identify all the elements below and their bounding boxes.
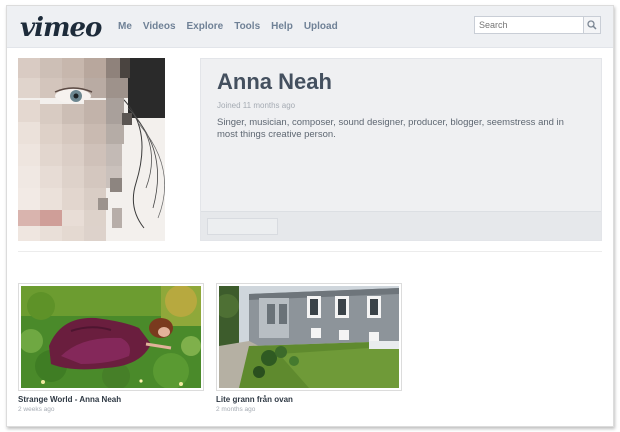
video-thumbnail-image bbox=[21, 286, 201, 388]
profile-info-card: Anna Neah Joined 11 months ago Singer, m… bbox=[200, 58, 602, 241]
video-title[interactable]: Lite grann från ovan bbox=[216, 395, 293, 404]
search-button[interactable] bbox=[583, 17, 600, 33]
search-box bbox=[474, 16, 601, 34]
nav-item-explore[interactable]: Explore bbox=[187, 21, 224, 32]
video-thumbnail-image bbox=[219, 286, 399, 388]
video-thumbnail[interactable] bbox=[216, 283, 402, 391]
video-age: 2 weeks ago bbox=[18, 406, 55, 413]
nav-item-me[interactable]: Me bbox=[118, 21, 132, 32]
browser-page: vimeo Me Videos Explore Tools Help Uploa… bbox=[6, 5, 614, 427]
profile-action-button[interactable] bbox=[207, 218, 278, 235]
profile-name: Anna Neah bbox=[217, 69, 332, 94]
vimeo-logo[interactable]: vimeo bbox=[20, 13, 102, 43]
nav-item-videos[interactable]: Videos bbox=[143, 21, 176, 32]
video-title[interactable]: Strange World - Anna Neah bbox=[18, 395, 121, 404]
avatar-portrait-image bbox=[18, 58, 165, 241]
profile-avatar[interactable] bbox=[18, 58, 165, 241]
main-nav: Me Videos Explore Tools Help Upload bbox=[118, 21, 349, 32]
nav-item-help[interactable]: Help bbox=[271, 21, 293, 32]
profile-bio: Singer, musician, composer, sound design… bbox=[217, 117, 564, 140]
video-thumbnail[interactable] bbox=[18, 283, 204, 391]
profile-joined-date: Joined 11 months ago bbox=[217, 101, 296, 110]
video-age: 2 months ago bbox=[216, 406, 256, 413]
search-input[interactable] bbox=[475, 17, 591, 33]
divider bbox=[18, 251, 602, 252]
nav-item-tools[interactable]: Tools bbox=[234, 21, 260, 32]
profile-footer-bar bbox=[201, 211, 601, 240]
top-navigation-bar: vimeo Me Videos Explore Tools Help Uploa… bbox=[7, 6, 613, 48]
nav-item-upload[interactable]: Upload bbox=[304, 21, 338, 32]
search-icon bbox=[587, 20, 597, 30]
